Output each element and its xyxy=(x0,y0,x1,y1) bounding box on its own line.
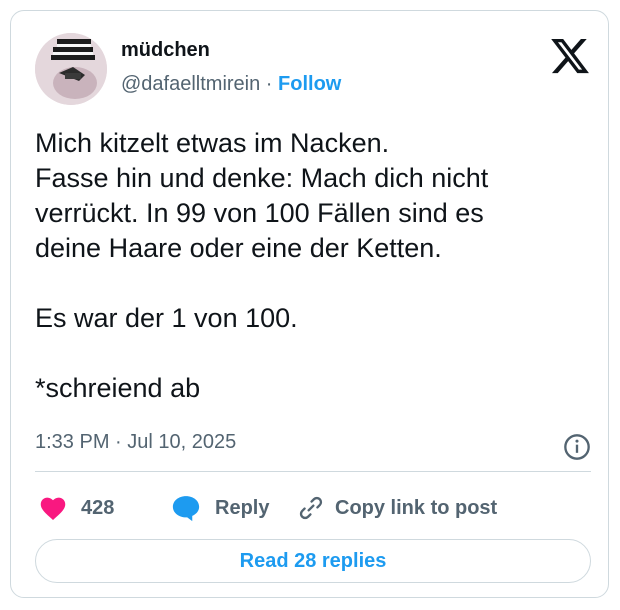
tweet-line: Es war der 1 von 100. xyxy=(35,303,298,333)
like-button[interactable]: 428 xyxy=(39,493,114,523)
avatar[interactable] xyxy=(35,33,107,105)
speech-bubble-icon xyxy=(172,496,200,522)
user-handle[interactable]: @dafaelltmirein xyxy=(121,73,260,95)
follow-button[interactable]: Follow xyxy=(278,73,341,95)
tweet-line: verrückt. In 99 von 100 Fällen sind es xyxy=(35,198,484,228)
tweet-card: müdchen @dafaelltmirein · Follow Mich ki… xyxy=(10,10,609,598)
handle-row: @dafaelltmirein · Follow xyxy=(121,73,341,96)
tweet-line: *schreiend ab xyxy=(35,373,201,403)
like-count: 428 xyxy=(81,496,115,519)
link-icon xyxy=(299,496,323,520)
tweet-line xyxy=(35,336,595,371)
copy-link-label: Copy link to post xyxy=(335,496,498,519)
timestamp[interactable]: 1:33 PM · Jul 10, 2025 xyxy=(35,431,236,454)
separator: · xyxy=(260,73,279,95)
divider xyxy=(35,471,591,472)
read-replies-label: Read 28 replies xyxy=(239,549,387,572)
tweet-line: deine Haare oder eine der Ketten. xyxy=(35,233,442,263)
reply-label: Reply xyxy=(215,496,270,519)
avatar-image xyxy=(35,33,107,105)
read-replies-button[interactable]: Read 28 replies xyxy=(35,539,591,583)
display-name[interactable]: müdchen xyxy=(121,39,210,62)
x-logo-icon[interactable] xyxy=(549,35,591,77)
tweet-line: Fasse hin und denke: Mach dich nicht xyxy=(35,163,489,193)
tweet-text: Mich kitzelt etwas im Nacken. Fasse hin … xyxy=(35,126,595,406)
heart-icon xyxy=(40,497,66,521)
copy-link-button[interactable]: Copy link to post xyxy=(297,493,497,523)
reply-button[interactable]: Reply xyxy=(171,493,269,523)
tweet-line: Mich kitzelt etwas im Nacken. xyxy=(35,128,390,158)
tweet-line xyxy=(35,266,595,301)
info-icon[interactable] xyxy=(563,433,591,461)
